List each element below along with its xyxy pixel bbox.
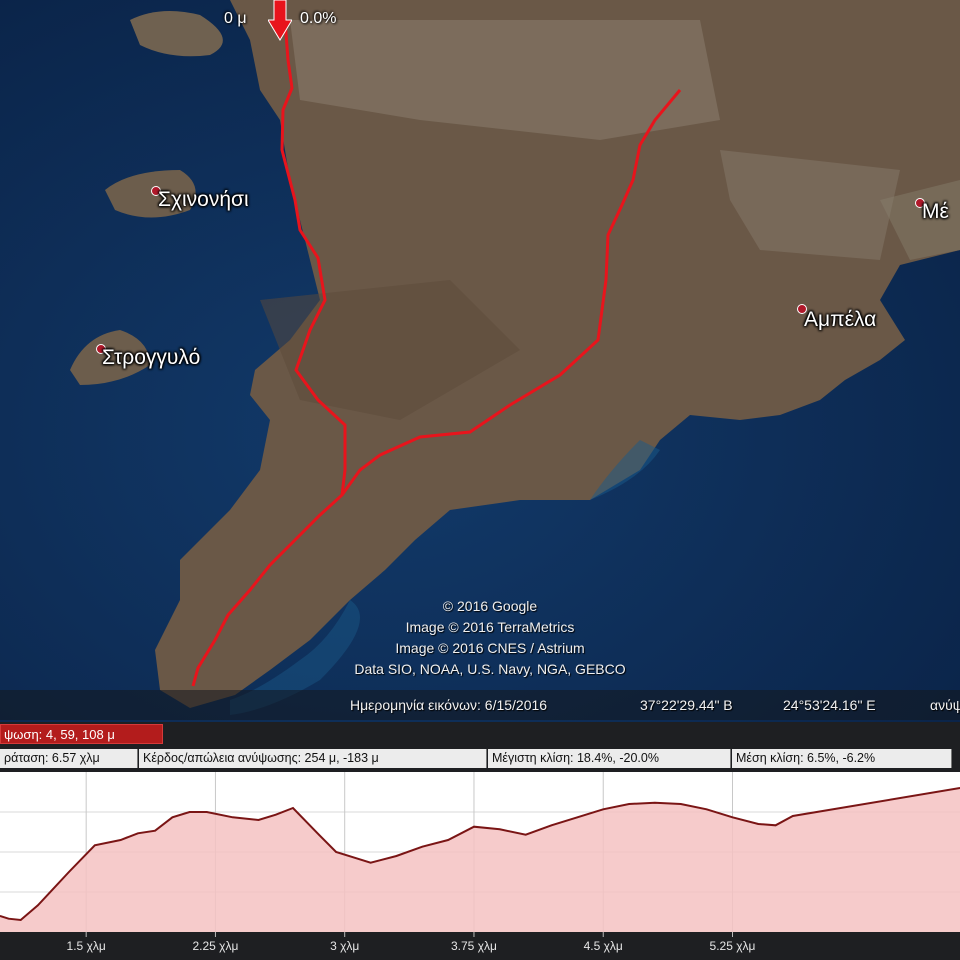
- elevation-point: [188, 811, 191, 813]
- elevation-point: [447, 839, 449, 841]
- pin-marker-icon: [268, 0, 292, 41]
- credit-line: Image © 2016 TerraMetrics: [405, 619, 575, 635]
- x-axis-tick-label: 1.5 χλμ: [67, 939, 106, 953]
- elevation-chart[interactable]: 1.5 χλμ 2.25 χλμ 3 χλμ 3.75 χλμ 4.5 χλμ 5.25 …: [0, 772, 960, 956]
- x-axis-tick-label: 3 χλμ: [330, 939, 359, 953]
- elevation-point: [257, 819, 260, 821]
- longitude-readout: 24°53'24.16" Ε: [783, 697, 876, 713]
- status-bar: Ημερομηνία εικόνων: 6/15/2016 37°22'29.4…: [0, 690, 960, 720]
- elevation-point: [275, 813, 277, 816]
- elevation-point: [231, 816, 234, 819]
- elevation-point: [680, 803, 682, 805]
- place-label-partial[interactable]: Μέ: [922, 200, 949, 224]
- elevation-point: [792, 815, 794, 817]
- stat-max-slope: Μέγιστη κλίση: 18.4%, -20.0%: [488, 749, 731, 768]
- elevation-point: [7, 917, 10, 920]
- elevation-point: [628, 803, 630, 805]
- elevation-point: [119, 839, 122, 841]
- elevation-point: [335, 851, 337, 853]
- credit-line: Data SIO, NOAA, U.S. Navy, NGA, GEBCO: [354, 661, 626, 677]
- elevation-point: [206, 811, 208, 813]
- elevation-point: [705, 808, 708, 811]
- credit-line: Image © 2016 CNES / Astrium: [395, 640, 585, 656]
- start-slope-label: 0.0%: [300, 10, 337, 27]
- elevation-readout: ανύψ: [930, 697, 960, 713]
- elevation-point: [395, 855, 398, 857]
- elevation-point: [731, 816, 734, 819]
- elevation-point: [550, 824, 553, 827]
- latitude-readout: 37°22'29.44" Β: [640, 697, 733, 713]
- x-axis-tick-label: 3.75 χλμ: [451, 939, 497, 953]
- elevation-point: [37, 904, 39, 907]
- elevation-point: [352, 856, 355, 859]
- elevation-point: [602, 808, 604, 811]
- place-label-strongylo[interactable]: Στρογγυλό: [102, 346, 200, 370]
- elevation-point: [576, 816, 579, 819]
- elevation-point: [318, 833, 320, 836]
- profile-stats: ράταση: 6.57 χλμ Κέρδος/απώλεια ανύψωσης…: [0, 749, 960, 769]
- x-axis-tick-label: 4.5 χλμ: [584, 939, 623, 953]
- elevation-point: [473, 825, 475, 828]
- elevation-point: [154, 829, 156, 832]
- elevation-point: [421, 845, 424, 848]
- elevation-profile-panel: ψωση: 4, 59, 108 μ ράταση: 6.57 χλμ Κέρδ…: [0, 722, 960, 960]
- elevation-point: [757, 823, 760, 825]
- elevation-point: [137, 832, 139, 835]
- x-axis-tick-label: 5.25 χλμ: [710, 939, 756, 953]
- elevation-point: [654, 801, 656, 804]
- elevation-point: [774, 824, 777, 827]
- elevation-point: [499, 828, 501, 831]
- elevation-point: [171, 816, 174, 819]
- start-distance-label: 0 μ: [224, 10, 247, 27]
- elevation-point: [68, 871, 70, 873]
- place-label-schinonisi[interactable]: Σχινονήσι: [158, 188, 249, 212]
- place-label-ampela[interactable]: Αμπέλα: [804, 308, 876, 332]
- stat-elevation-gain-loss: Κέρδος/απώλεια ανύψωσης: 254 μ, -183 μ: [139, 749, 487, 768]
- elevation-point: [524, 833, 527, 836]
- map-credits: © 2016 Google Image © 2016 TerraMetrics …: [300, 596, 680, 680]
- credit-line: © 2016 Google: [442, 598, 538, 614]
- elevation-point: [19, 919, 22, 921]
- elevation-point: [292, 807, 294, 809]
- x-axis-tick-label: 2.25 χλμ: [192, 939, 238, 953]
- start-marker[interactable]: [268, 0, 292, 42]
- map-view[interactable]: 0 μ 0.0% Σχινονήσι Στρογγυλό Αμπέλα Μέ ©…: [0, 0, 960, 722]
- elevation-point: [369, 861, 372, 864]
- imagery-date: Ημερομηνία εικόνων: 6/15/2016: [350, 697, 548, 713]
- stat-distance: ράταση: 6.57 χλμ: [0, 749, 138, 768]
- stat-avg-slope: Μέση κλίση: 6.5%, -6.2%: [732, 749, 952, 768]
- elevation-summary: ψωση: 4, 59, 108 μ: [0, 724, 163, 744]
- elevation-point: [94, 844, 96, 847]
